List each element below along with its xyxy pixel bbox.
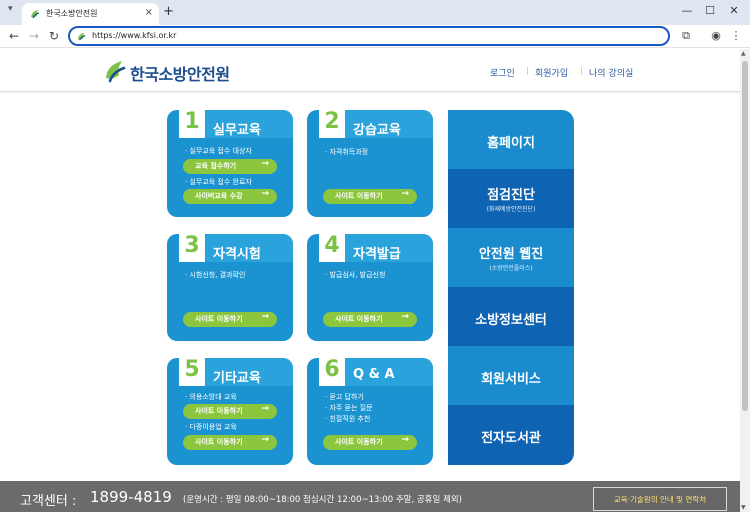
site-favicon-icon — [31, 10, 40, 19]
customer-center-footer: 고객센터 : 1899-4819 (운영시간 : 평일 08:00~18:00 … — [0, 481, 740, 512]
go-to-site-button[interactable]: 사이트 이동하기 → — [323, 435, 417, 450]
scroll-down-icon[interactable]: ▼ — [741, 504, 746, 511]
cyber-education-button[interactable]: 사이버교육 수강 → — [183, 189, 277, 204]
apply-education-button[interactable]: 교육 접수하기 → — [183, 159, 277, 174]
card-practical-education: 1 실무교육 · 실무교육 접수 대상자 교육 접수하기 → · 실무교육 접수… — [167, 110, 293, 217]
arrow-right-icon: → — [401, 312, 409, 322]
nav-separator: | — [526, 66, 529, 75]
card-title: Q & A — [353, 367, 395, 382]
signup-link[interactable]: 회원가입 — [535, 66, 568, 79]
card-title: 실무교육 — [213, 123, 261, 138]
forward-icon[interactable]: → — [25, 27, 43, 45]
card-line: · 다중이용업 교육 — [185, 423, 237, 431]
card-line: · 실무교육 접수 완료자 — [185, 178, 252, 186]
site-favicon-icon — [77, 32, 86, 41]
card-number: 6 — [324, 358, 340, 382]
card-title: 강습교육 — [353, 123, 401, 138]
minimize-button[interactable]: — — [680, 4, 694, 18]
card-line: · 자격취득과정 — [325, 148, 369, 156]
go-to-site-button[interactable]: 사이트 이동하기 → — [183, 312, 277, 327]
card-number: 4 — [324, 234, 340, 258]
arrow-right-icon: → — [261, 189, 269, 199]
login-link[interactable]: 로그인 — [490, 66, 515, 79]
go-to-site-button[interactable]: 사이트 이동하기 → — [323, 189, 417, 204]
card-title: 기타교육 — [213, 371, 261, 386]
fire-info-center-menu-item[interactable]: 소방정보센터 — [448, 287, 574, 346]
nav-separator: | — [580, 66, 583, 75]
maximize-button[interactable]: ☐ — [703, 4, 717, 18]
browser-tab[interactable]: 한국소방안전원 × — [22, 3, 159, 25]
tab-close-icon[interactable]: × — [145, 6, 153, 20]
new-tab-button[interactable]: + — [163, 4, 174, 20]
card-line: · 의용소방대 교육 — [185, 393, 237, 401]
card-other-education: 5 기타교육 · 의용소방대 교육 사이트 이동하기 → · 다중이용업 교육 … — [167, 358, 293, 465]
arrow-right-icon: → — [261, 312, 269, 322]
tab-search-icon[interactable]: ▾ — [8, 4, 13, 14]
card-line: · 실무교육 접수 대상자 — [185, 147, 252, 155]
staff-recommend-link[interactable]: · 친절직원 추천 — [325, 414, 370, 424]
card-title: 자격시험 — [213, 247, 261, 262]
card-qna: 6 Q & A · 묻고 답하기 · 자주 묻는 질문 · 친절직원 추천 사이… — [307, 358, 433, 465]
browser-tab-bar: ▾ 한국소방안전원 × + — ☐ ✕ — [0, 0, 750, 25]
back-icon[interactable]: ← — [5, 27, 23, 45]
tab-title: 한국소방안전원 — [46, 9, 98, 18]
profile-icon[interactable]: ◉ — [708, 28, 724, 44]
card-number: 3 — [184, 234, 200, 258]
card-title: 자격발급 — [353, 247, 401, 262]
card-line: · 발급심사, 발급신청 — [325, 271, 386, 279]
member-service-menu-item[interactable]: 회원서비스 — [448, 346, 574, 405]
customer-center-label: 고객센터 : — [20, 494, 77, 509]
go-to-site-button[interactable]: 사이트 이동하기 → — [183, 435, 277, 450]
browser-toolbar: ← → ↻ https://www.kfsi.or.kr ⧉ ◉ ⋮ — [0, 25, 750, 48]
card-certificate-issue: 4 자격발급 · 발급심사, 발급신청 사이트 이동하기 → — [307, 234, 433, 341]
my-classroom-link[interactable]: 나의 강의실 — [589, 66, 633, 79]
close-window-button[interactable]: ✕ — [727, 4, 741, 18]
menu-kebab-icon[interactable]: ⋮ — [728, 28, 744, 44]
faq-link[interactable]: · 자주 묻는 질문 — [325, 403, 373, 413]
reload-icon[interactable]: ↻ — [45, 27, 63, 45]
page-scrollbar[interactable]: ▲ ▼ — [740, 49, 750, 512]
card-number: 2 — [324, 110, 340, 134]
e-library-menu-item[interactable]: 전자도서관 — [448, 405, 574, 465]
right-quick-menu: 홈페이지 점검진단 (화재예방안전진단) 안전원 웹진 (소방안전플러스) 소방… — [448, 110, 574, 465]
arrow-right-icon: → — [401, 189, 409, 199]
logo-text: 한국소방안전원 — [130, 65, 230, 84]
homepage-menu-item[interactable]: 홈페이지 — [448, 110, 574, 169]
operating-hours: (운영시간 : 평일 08:00~18:00 점심시간 12:00~13:00 … — [183, 495, 462, 505]
card-number: 1 — [184, 110, 200, 134]
scrollbar-thumb[interactable] — [742, 61, 748, 411]
address-bar[interactable]: https://www.kfsi.or.kr — [68, 26, 670, 46]
logo-leaf-icon — [106, 61, 126, 83]
card-qualification-exam: 3 자격시험 · 시험신청, 결과확인 사이트 이동하기 → — [167, 234, 293, 341]
arrow-right-icon: → — [261, 404, 269, 414]
inspection-menu-item[interactable]: 점검진단 (화재예방안전진단) — [448, 169, 574, 228]
arrow-right-icon: → — [401, 435, 409, 445]
url-text: https://www.kfsi.or.kr — [92, 31, 177, 40]
arrow-right-icon: → — [261, 159, 269, 169]
card-line: · 시험신청, 결과확인 — [185, 271, 246, 279]
extensions-icon[interactable]: ⧉ — [678, 28, 694, 44]
qna-ask-link[interactable]: · 묻고 답하기 — [325, 392, 364, 402]
contact-guide-button[interactable]: 교육·기술원의 안내 및 연락처 — [593, 487, 727, 511]
card-training-course: 2 강습교육 · 자격취득과정 사이트 이동하기 → — [307, 110, 433, 217]
site-header: 한국소방안전원 로그인 | 회원가입 | 나의 강의실 — [0, 49, 740, 92]
scroll-up-icon[interactable]: ▲ — [741, 50, 746, 57]
customer-center-phone: 1899-4819 — [90, 488, 172, 506]
arrow-right-icon: → — [261, 435, 269, 445]
go-to-site-button[interactable]: 사이트 이동하기 → — [323, 312, 417, 327]
card-number: 5 — [184, 358, 200, 382]
go-to-site-button[interactable]: 사이트 이동하기 → — [183, 404, 277, 419]
web-page: 한국소방안전원 로그인 | 회원가입 | 나의 강의실 1 실무교육 · 실무교… — [0, 49, 740, 512]
webzine-menu-item[interactable]: 안전원 웹진 (소방안전플러스) — [448, 228, 574, 287]
